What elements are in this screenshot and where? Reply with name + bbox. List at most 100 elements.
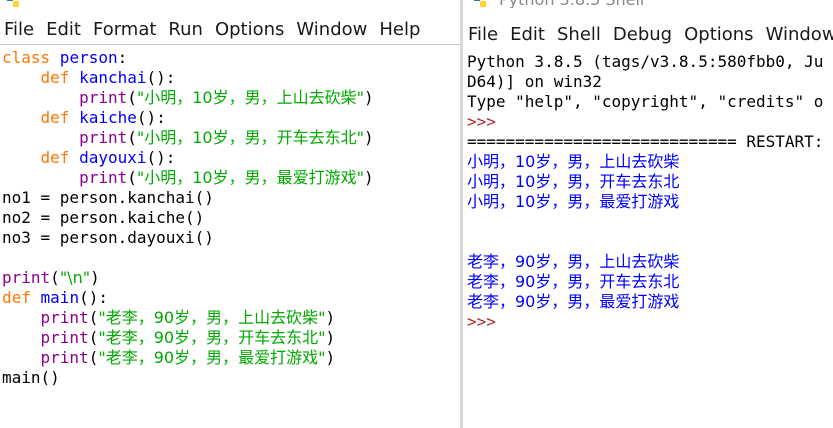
code-line: def main(): [2,288,374,308]
string-literal: "\n" [59,268,91,287]
shell-line: 小明，10岁，男，开车去东北 [467,172,823,192]
menu-window[interactable]: Window [296,19,367,40]
program-output: 老李，90岁，男，上山去砍柴 [467,252,680,271]
menu-edit[interactable]: Edit [510,24,545,45]
menu-shell[interactable]: Shell [557,24,601,45]
shell-output[interactable]: Python 3.8.5 (tags/v3.8.5:580fbb0, Ju D64… [467,52,823,332]
code-line: print("老李，90岁，男，上山去砍柴") [2,308,374,328]
code-line: no2 = person.kaiche() [2,208,374,228]
shell-line: 老李，90岁，男，开车去东北 [467,272,823,292]
editor-window: File Edit Format Run Options Window Help class… [0,0,460,428]
program-output: 老李，90岁，男，开车去东北 [467,272,680,291]
shell-line: Python 3.8.5 (tags/v3.8.5:580fbb0, Ju [467,52,823,72]
program-output: 小明，10岁，男，最爱打游戏 [467,192,680,211]
program-output: 小明，10岁，男，开车去东北 [467,172,680,191]
keyword-token: def [2,288,31,307]
menu-run[interactable]: Run [168,19,203,40]
shell-text: ============================ RESTART: [467,132,824,151]
menu-file[interactable]: File [468,24,498,45]
code-paren: ) [363,88,374,107]
code-line: print("老李，90岁，男，最爱打游戏") [2,348,374,368]
builtin-token: print [40,348,89,367]
code-punct: (): [146,148,176,167]
builtin-token: print [79,128,128,147]
definition-name: dayouxi [69,148,147,167]
shell-line: D64)] on win32 [467,72,823,92]
code-line: print("小明，10岁，男，上山去砍柴") [2,88,374,108]
code-editor[interactable]: class person: def kanchai(): print("小明，1… [2,48,374,388]
shell-prompt: >>> [467,112,496,131]
menu-options[interactable]: Options [215,19,284,40]
code-line: def dayouxi(): [2,148,374,168]
builtin-token: print [79,88,128,107]
code-paren: ) [90,268,100,287]
code-line: print("小明，10岁，男，开车去东北") [2,128,374,148]
code-text: no3 = person.dayouxi() [2,228,214,247]
program-output: 老李，90岁，男，最爱打游戏 [467,292,680,311]
keyword-token: class [2,48,51,67]
builtin-token: print [40,328,89,347]
program-output: 小明，10岁，男，上山去砍柴 [467,152,680,171]
code-line: main() [2,368,374,388]
python-icon [7,0,19,7]
code-paren: ) [363,128,374,147]
code-text: main() [2,368,60,387]
code-paren: ( [127,168,137,187]
code-line: print("老李，90岁，男，开车去东北") [2,328,374,348]
menu-help[interactable]: Help [379,19,420,40]
keyword-token: def [40,68,70,87]
shell-menubar: File Edit Shell Debug Options Window [463,19,833,49]
shell-text: D64)] on win32 [467,72,602,91]
shell-line: 老李，90岁，男，最爱打游戏 [467,292,823,312]
menu-window[interactable]: Window [766,24,833,45]
code-paren: ( [127,88,137,107]
code-paren: ( [88,328,99,347]
code-punct: : [117,48,128,67]
menu-edit[interactable]: Edit [46,19,81,40]
builtin-token: print [2,268,51,287]
shell-prompt: >>> [467,312,496,331]
python-icon [474,0,486,7]
code-line: class person: [2,48,374,68]
definition-name: person [50,48,118,67]
editor-menubar: File Edit Format Run Options Window Help [0,14,460,45]
menu-file[interactable]: File [4,19,34,40]
keyword-token: def [40,108,70,127]
menu-format[interactable]: Format [93,19,156,40]
builtin-token: print [79,168,128,187]
code-punct: (): [146,68,176,87]
code-paren: ) [325,328,336,347]
menu-debug[interactable]: Debug [613,24,672,45]
code-line: no3 = person.dayouxi() [2,228,374,248]
shell-line: ============================ RESTART: [467,132,823,152]
code-paren: ( [50,268,60,287]
shell-line: >>> [467,312,823,332]
code-line: print("小明，10岁，男，最爱打游戏") [2,168,374,188]
builtin-token: print [40,308,89,327]
string-literal: "小明，10岁，男，最爱打游戏" [136,168,364,187]
code-line: print("\n") [2,268,374,288]
shell-title: Python 3.8.5 Shell [499,0,644,8]
shell-line: 老李，90岁，男，上山去砍柴 [467,252,823,272]
definition-name: main [30,288,80,307]
code-punct: (): [79,288,108,307]
menu-options[interactable]: Options [684,24,753,45]
shell-line: >>> [467,112,823,132]
code-paren: ( [127,128,137,147]
shell-line: Type "help", "copyright", "credits" o [467,92,823,112]
shell-window: Python 3.8.5 Shell File Edit Shell Debug Opt… [463,0,833,428]
code-punct: (): [136,108,166,127]
code-paren: ( [88,348,99,367]
shell-text: Python 3.8.5 (tags/v3.8.5:580fbb0, Ju [467,52,824,71]
code-paren: ( [88,308,99,327]
